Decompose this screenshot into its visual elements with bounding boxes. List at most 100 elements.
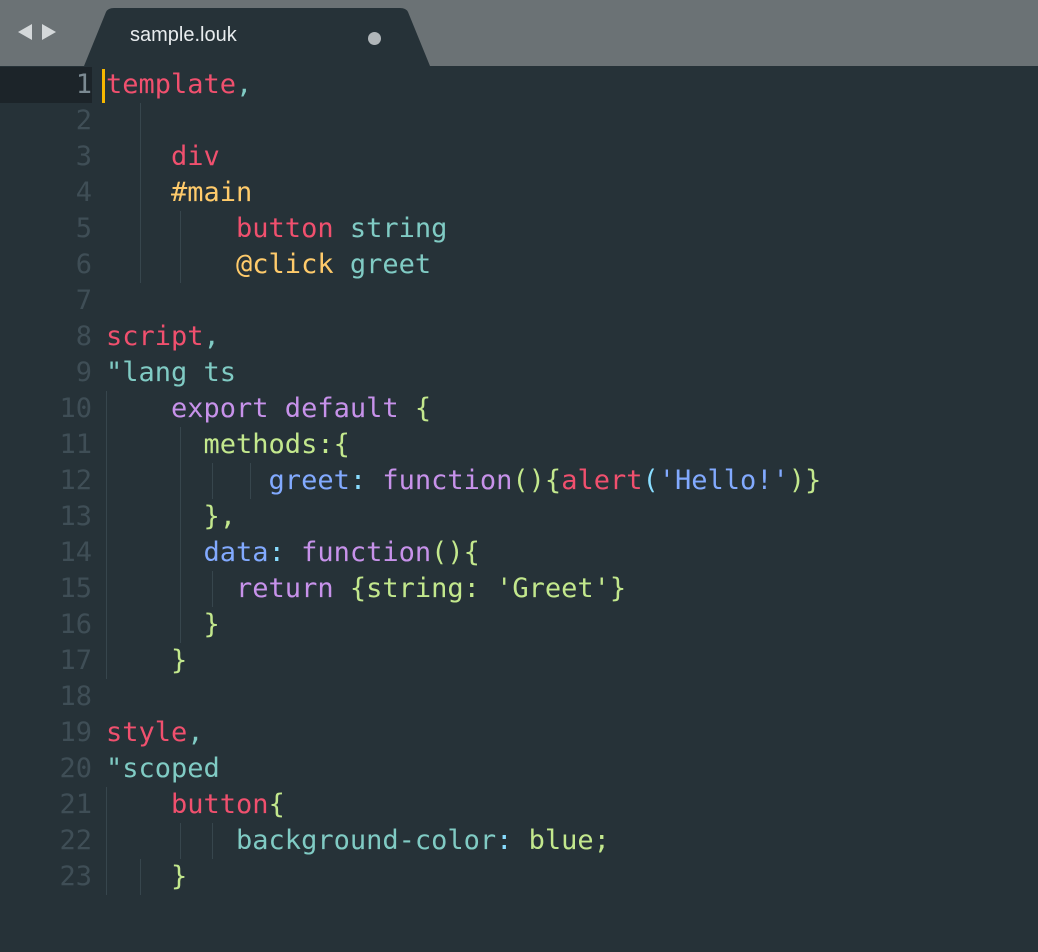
code-text: greet: function(){alert('Hello!')} xyxy=(106,463,822,499)
code-text: return {string: 'Greet'} xyxy=(106,571,626,607)
code-text: } xyxy=(106,859,187,895)
code-token: } xyxy=(106,861,188,892)
code-token: }, xyxy=(106,501,237,532)
line-number: 16 xyxy=(59,609,92,640)
line-number: 3 xyxy=(75,141,92,172)
code-text: button{ xyxy=(106,787,285,823)
code-token: function xyxy=(382,465,513,496)
line-number: 9 xyxy=(75,357,92,388)
code-line[interactable]: 22 background-color: blue; xyxy=(0,823,1038,859)
code-token: template xyxy=(106,69,237,100)
code-line[interactable]: 10 export default { xyxy=(0,391,1038,427)
code-token: div xyxy=(106,141,220,172)
code-token: { xyxy=(398,393,432,424)
code-text: background-color: blue; xyxy=(106,823,610,859)
code-line[interactable]: 20 "scoped xyxy=(0,751,1038,787)
code-token: , xyxy=(236,69,253,100)
code-line[interactable]: 9 "lang ts xyxy=(0,355,1038,391)
code-token: #main xyxy=(106,177,253,208)
code-line[interactable]: 18 xyxy=(0,679,1038,715)
line-number: 18 xyxy=(59,681,92,712)
code-line[interactable]: 5 button string xyxy=(0,211,1038,247)
code-token: blue; xyxy=(528,825,610,856)
code-token: data xyxy=(106,537,269,568)
code-line[interactable]: 7 xyxy=(0,283,1038,319)
line-number: 2 xyxy=(75,105,92,136)
code-token: greet xyxy=(333,249,432,280)
line-number: 23 xyxy=(59,861,92,892)
code-line[interactable]: 2 xyxy=(0,103,1038,139)
code-token: (){ xyxy=(431,537,480,568)
line-number: 22 xyxy=(59,825,92,856)
code-text: }, xyxy=(106,499,237,535)
code-editor[interactable]: 1 template, 2 3 div 4 #main 5 button string 6 … xyxy=(0,66,1038,952)
code-line[interactable]: 21 button{ xyxy=(0,787,1038,823)
code-line[interactable]: 3 div xyxy=(0,139,1038,175)
forward-arrow-icon[interactable] xyxy=(42,24,56,40)
code-token: : xyxy=(349,465,383,496)
code-token: script xyxy=(106,321,204,352)
line-number: 4 xyxy=(75,177,92,208)
code-token: @click xyxy=(106,249,334,280)
code-token: button xyxy=(106,213,334,244)
line-number: 15 xyxy=(59,573,92,604)
line-number: 1 xyxy=(75,69,92,100)
code-token: "lang ts xyxy=(106,357,237,388)
code-token: export default xyxy=(106,393,399,424)
code-text: export default { xyxy=(106,391,431,427)
code-token: alert xyxy=(561,465,643,496)
code-line[interactable]: 15 return {string: 'Greet'} xyxy=(0,571,1038,607)
code-token: ( xyxy=(642,465,659,496)
tab-title: sample.louk xyxy=(130,24,237,46)
line-number: 17 xyxy=(59,645,92,676)
line-number: 6 xyxy=(75,249,92,280)
code-line[interactable]: 8 script, xyxy=(0,319,1038,355)
code-line[interactable]: 17 } xyxy=(0,643,1038,679)
code-token: } xyxy=(106,645,188,676)
code-text: @click greet xyxy=(106,247,431,283)
line-number: 11 xyxy=(59,429,92,460)
code-line[interactable]: 16 } xyxy=(0,607,1038,643)
code-token: , xyxy=(187,717,204,748)
code-text: "lang ts xyxy=(106,355,236,391)
code-token: : xyxy=(268,537,302,568)
line-number: 19 xyxy=(59,717,92,748)
code-token: {string: 'Greet'} xyxy=(333,573,627,604)
code-line[interactable]: 1 template, xyxy=(0,67,1038,103)
text-caret xyxy=(102,69,105,103)
code-token: button xyxy=(106,789,269,820)
indent-guide xyxy=(140,103,141,139)
unsaved-indicator-icon[interactable] xyxy=(368,32,381,45)
line-number: 8 xyxy=(75,321,92,352)
line-number: 20 xyxy=(59,753,92,784)
code-text: template, xyxy=(106,67,252,103)
code-line[interactable]: 23 } xyxy=(0,859,1038,895)
code-line[interactable]: 19 style, xyxy=(0,715,1038,751)
code-token: "scoped xyxy=(106,753,220,784)
code-token: return xyxy=(106,573,334,604)
line-number: 10 xyxy=(59,393,92,424)
code-text: #main xyxy=(106,175,252,211)
code-text: div xyxy=(106,139,220,175)
tab-sample-louk[interactable]: sample.louk xyxy=(84,8,430,66)
code-token: } xyxy=(106,609,220,640)
code-line[interactable]: 13 }, xyxy=(0,499,1038,535)
line-number: 12 xyxy=(59,465,92,496)
code-line[interactable]: 11 methods:{ xyxy=(0,427,1038,463)
back-arrow-icon[interactable] xyxy=(18,24,32,40)
code-text: style, xyxy=(106,715,204,751)
code-line[interactable]: 4 #main xyxy=(0,175,1038,211)
code-token: , xyxy=(203,321,220,352)
code-token: string xyxy=(333,213,448,244)
code-token: (){ xyxy=(512,465,562,496)
code-line[interactable]: 12 greet: function(){alert('Hello!')} xyxy=(0,463,1038,499)
tab-bar: sample.louk xyxy=(0,0,1038,66)
code-text: } xyxy=(106,607,220,643)
line-number: 13 xyxy=(59,501,92,532)
code-line[interactable]: 14 data: function(){ xyxy=(0,535,1038,571)
code-token: methods:{ xyxy=(106,429,350,460)
code-token: background-color xyxy=(106,825,497,856)
code-line[interactable]: 6 @click greet xyxy=(0,247,1038,283)
code-token: greet xyxy=(106,465,350,496)
line-number: 21 xyxy=(59,789,92,820)
